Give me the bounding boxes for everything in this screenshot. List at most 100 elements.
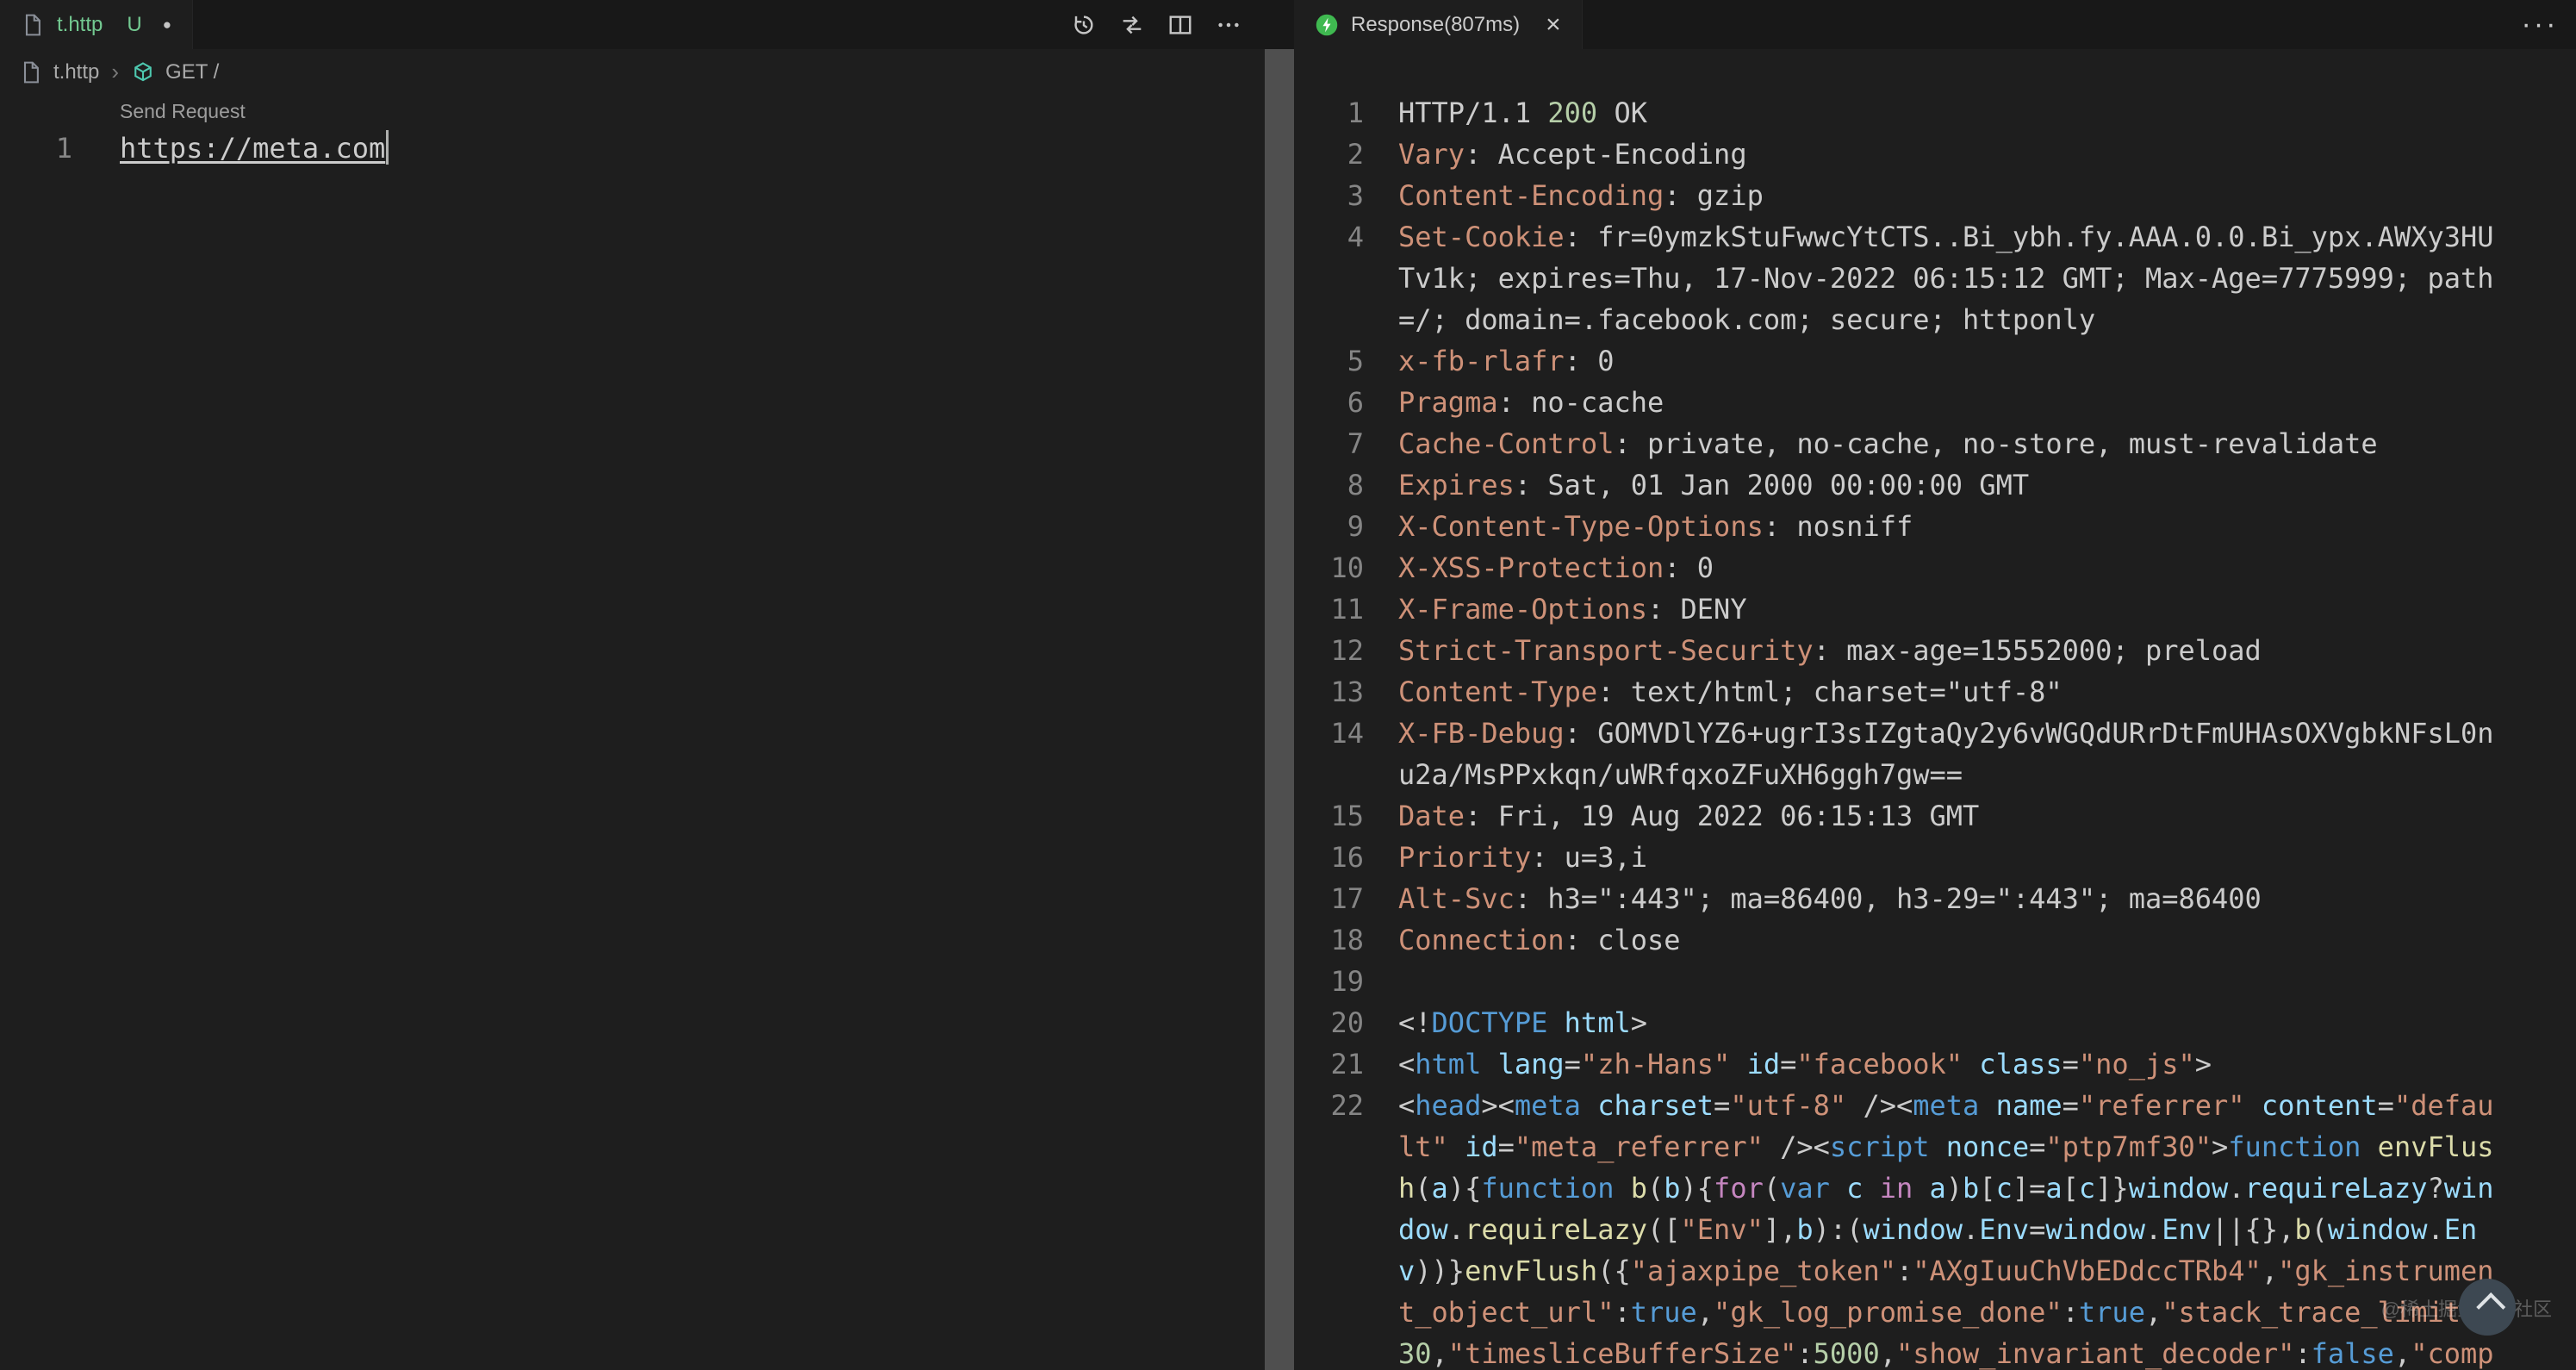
response-line: 13 Content-Type: text/html; charset="utf-… — [1294, 671, 2576, 713]
line-number: 4 — [1294, 216, 1364, 258]
split-editor-icon[interactable] — [1165, 9, 1196, 40]
breadcrumb: t.http › GET / — [0, 49, 1265, 95]
response-line: 2 Vary: Accept-Encoding — [1294, 134, 2576, 175]
response-line: 22 <head><meta charset="utf-8" /><meta na… — [1294, 1085, 2576, 1370]
line-content: HTTP/1.1 200 OK — [1398, 92, 2496, 134]
line-content: <!DOCTYPE html> — [1398, 1002, 2496, 1043]
response-line: 11X-Frame-Options: DENY — [1294, 588, 2576, 630]
symbol-request-icon — [131, 60, 155, 84]
line-number: 7 — [1294, 423, 1364, 464]
response-line: 3 Content-Encoding: gzip — [1294, 175, 2576, 216]
line-content: Vary: Accept-Encoding — [1398, 134, 2496, 175]
line-number: 8 — [1294, 464, 1364, 506]
line-number: 12 — [1294, 630, 1364, 671]
unsaved-indicator-dot[interactable]: ● — [163, 16, 171, 34]
line-content: Strict-Transport-Security: max-age=15552… — [1398, 630, 2496, 671]
line-content: Date: Fri, 19 Aug 2022 06:15:13 GMT — [1398, 795, 2496, 837]
tab-bar-right: Response(807ms) × ··· — [1294, 0, 2576, 49]
response-lines: 1HTTP/1.1 200 OK2Vary: Accept-Encoding3C… — [1294, 92, 2576, 1370]
response-line: 20 <!DOCTYPE html> — [1294, 1002, 2576, 1043]
line-number: 3 — [1294, 175, 1364, 216]
codelens-row: Send Request — [0, 95, 1265, 128]
line-number: 5 — [1294, 340, 1364, 382]
line-content: X-FB-Debug: GOMVDlYZ6+ugrI3sIZgtaQy2y6vW… — [1398, 713, 2496, 795]
response-line: 19 — [1294, 961, 2576, 1002]
request-url-link[interactable]: https://meta.com — [120, 132, 385, 165]
response-line: 10 X-XSS-Protection: 0 — [1294, 547, 2576, 588]
response-editor[interactable]: 1HTTP/1.1 200 OK2Vary: Accept-Encoding3C… — [1294, 49, 2576, 1370]
response-icon — [1315, 13, 1339, 37]
chevron-right-icon: › — [111, 59, 119, 85]
open-changes-icon[interactable] — [1117, 9, 1148, 40]
breadcrumb-symbol[interactable]: GET / — [165, 60, 219, 84]
line-number: 10 — [1294, 547, 1364, 588]
line-number: 22 — [1294, 1085, 1364, 1126]
tab-response[interactable]: Response(807ms) × — [1294, 0, 1583, 49]
line-number: 21 — [1294, 1043, 1364, 1085]
line-number: 16 — [1294, 837, 1364, 878]
scrollbar[interactable] — [1265, 49, 1294, 1370]
tab-label: t.http — [57, 13, 103, 37]
line-content: Content-Encoding: gzip — [1398, 175, 2496, 216]
line-content: X-XSS-Protection: 0 — [1398, 547, 2496, 588]
tab-t-http[interactable]: t.http U ● — [0, 0, 193, 49]
file-icon — [21, 13, 45, 37]
text-cursor — [386, 130, 389, 165]
history-icon[interactable] — [1068, 9, 1099, 40]
line-content: Pragma: no-cache — [1398, 382, 2496, 423]
response-line: 18 Connection: close — [1294, 919, 2576, 961]
editor-actions-left — [1068, 0, 1265, 49]
editor-line: 1 https://meta.com — [0, 128, 1265, 169]
line-number: 14 — [1294, 713, 1364, 754]
response-line: 4 Set-Cookie: fr=0ymzkStuFwwcYtCTS..Bi_yb… — [1294, 216, 2576, 340]
tab-label: Response(807ms) — [1351, 13, 1520, 37]
send-request-codelens[interactable]: Send Request — [120, 90, 246, 132]
line-number: 2 — [1294, 134, 1364, 175]
line-content: https://meta.com — [120, 128, 389, 169]
back-to-top-button[interactable] — [2459, 1279, 2516, 1336]
response-line: 15 Date: Fri, 19 Aug 2022 06:15:13 GMT — [1294, 795, 2576, 837]
vscode-workbench: t.http U ● — [0, 0, 2576, 1370]
file-icon — [19, 60, 43, 84]
response-line: 1 HTTP/1.1 200 OK — [1294, 92, 2576, 134]
line-number: 1 — [0, 128, 72, 169]
tab-bar-left: t.http U ● — [0, 0, 1265, 49]
close-icon[interactable]: × — [1546, 12, 1561, 38]
editor-actions-right: ··· — [2524, 0, 2576, 49]
more-actions-icon[interactable]: ··· — [2524, 9, 2555, 40]
response-line: 8Expires: Sat, 01 Jan 2000 00:00:00 GMT — [1294, 464, 2576, 506]
line-number: 15 — [1294, 795, 1364, 837]
line-content: x-fb-rlafr: 0 — [1398, 340, 2496, 382]
line-content: Content-Type: text/html; charset="utf-8" — [1398, 671, 2496, 713]
line-number: 17 — [1294, 878, 1364, 919]
line-number: 20 — [1294, 1002, 1364, 1043]
line-content: X-Frame-Options: DENY — [1398, 588, 2496, 630]
breadcrumb-file[interactable]: t.http — [53, 60, 99, 84]
line-content: <head><meta charset="utf-8" /><meta name… — [1398, 1085, 2496, 1370]
line-number: 9 — [1294, 506, 1364, 547]
line-content: <html lang="zh-Hans" id="facebook" class… — [1398, 1043, 2496, 1085]
more-actions-icon[interactable] — [1213, 9, 1244, 40]
response-line: 14 X-FB-Debug: GOMVDlYZ6+ugrI3sIZgtaQy2y6… — [1294, 713, 2576, 795]
line-number: 19 — [1294, 961, 1364, 1002]
line-content: Set-Cookie: fr=0ymzkStuFwwcYtCTS..Bi_ybh… — [1398, 216, 2496, 340]
line-content: Connection: close — [1398, 919, 2496, 961]
editor-group-request: t.http U ● — [0, 0, 1265, 1370]
line-number: 13 — [1294, 671, 1364, 713]
git-status-badge: U — [127, 13, 141, 37]
line-number: 1 — [1294, 92, 1364, 134]
line-content: Alt-Svc: h3=":443"; ma=86400, h3-29=":44… — [1398, 878, 2496, 919]
response-line: 21 <html lang="zh-Hans" id="facebook" cla… — [1294, 1043, 2576, 1085]
response-line: 5 x-fb-rlafr: 0 — [1294, 340, 2576, 382]
editor-group-divider[interactable] — [1265, 0, 1294, 1370]
response-line: 12 Strict-Transport-Security: max-age=155… — [1294, 630, 2576, 671]
request-editor[interactable]: Send Request 1 https://meta.com — [0, 95, 1265, 1370]
response-line: 7Cache-Control: private, no-cache, no-st… — [1294, 423, 2576, 464]
response-line: 16Priority: u=3,i — [1294, 837, 2576, 878]
response-line: 9X-Content-Type-Options: nosniff — [1294, 506, 2576, 547]
response-line: 17 Alt-Svc: h3=":443"; ma=86400, h3-29=":… — [1294, 878, 2576, 919]
editor-group-response: Response(807ms) × ··· 1 HTTP/1.1 200 OK 2V… — [1294, 0, 2576, 1370]
line-number: 18 — [1294, 919, 1364, 961]
line-number: 6 — [1294, 382, 1364, 423]
chevron-up-icon — [2476, 1292, 2505, 1322]
